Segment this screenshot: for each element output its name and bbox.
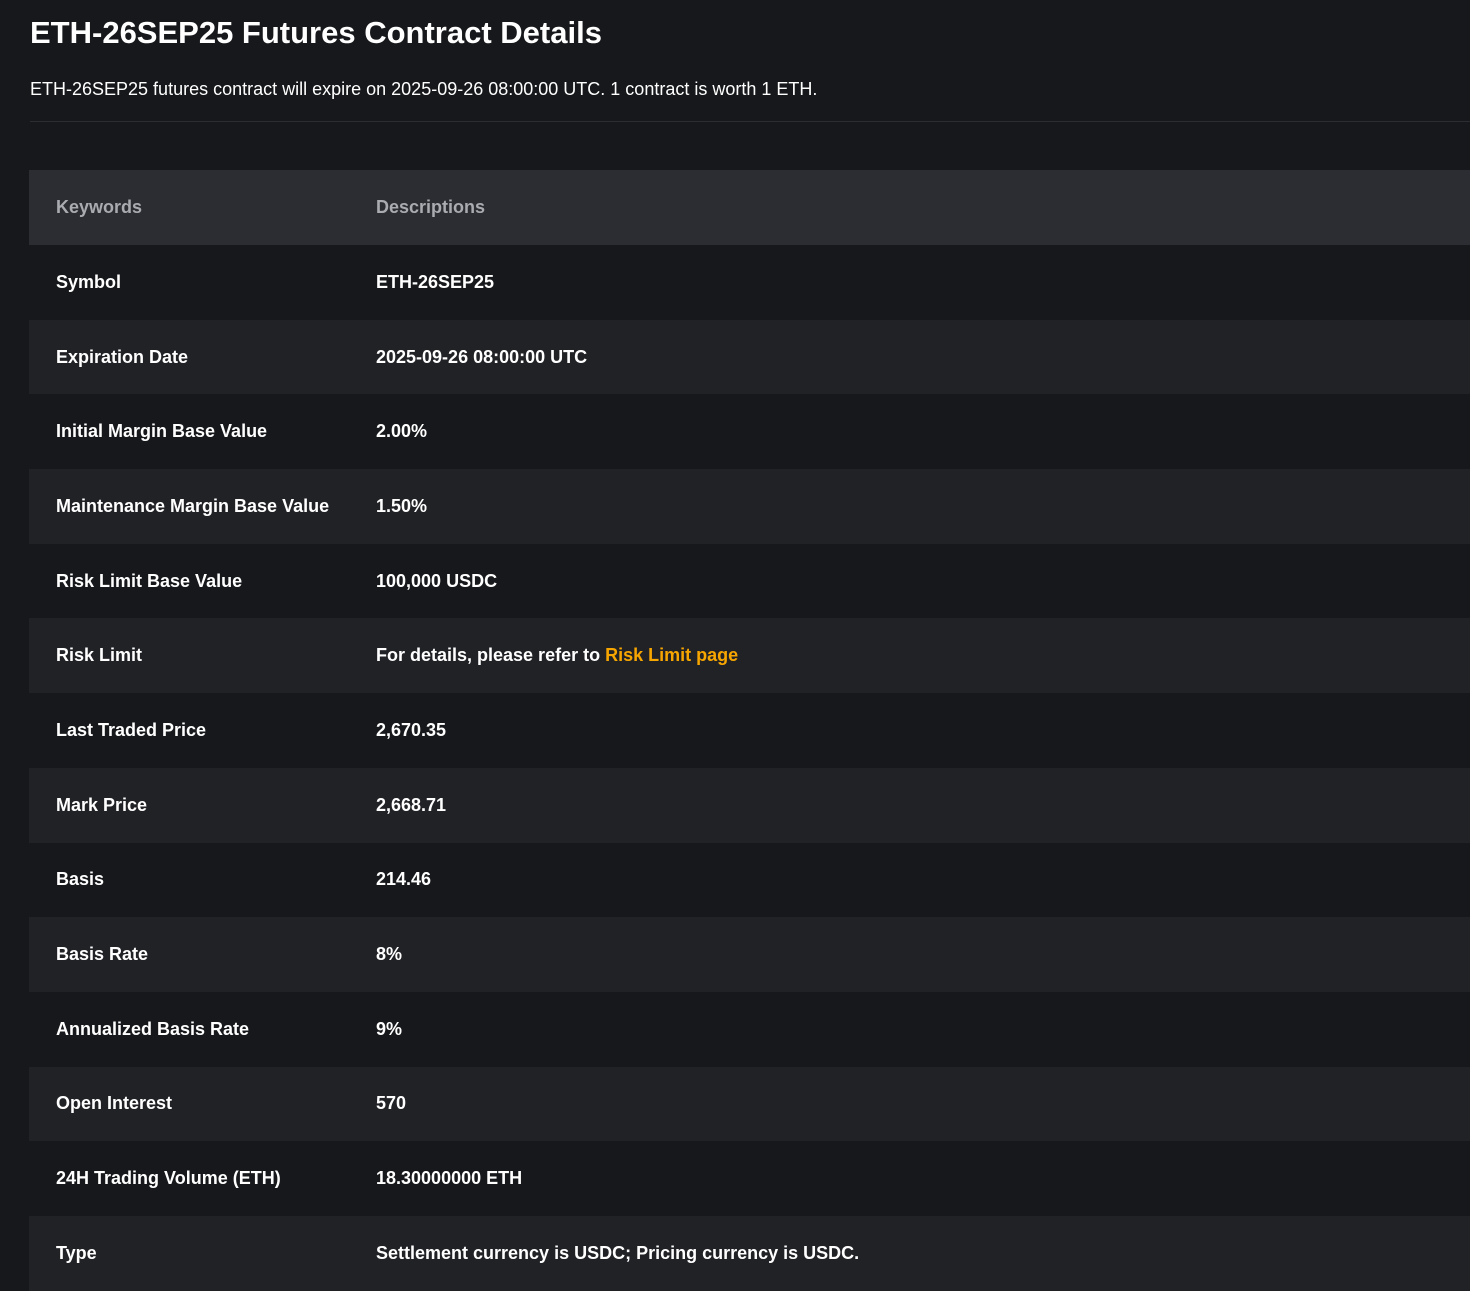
table-header-row: Keywords Descriptions (29, 170, 1470, 245)
row-value: 1.50% (376, 495, 428, 516)
table-row-risk-limit-base: Risk Limit Base Value 100,000 USDC (29, 543, 1470, 619)
table-row-maintenance-margin: Maintenance Margin Base Value 1.50% (29, 469, 1470, 544)
page-subtitle: ETH-26SEP25 futures contract will expire… (30, 79, 818, 99)
header-keywords: Keywords (56, 197, 143, 217)
row-key: Maintenance Margin Base Value (56, 495, 330, 516)
table-row-expiration-date: Expiration Date 2025-09-26 08:00:00 UTC (29, 319, 1470, 395)
row-key: Last Traded Price (56, 719, 207, 740)
row-key: Type (56, 1242, 97, 1263)
row-key: Mark Price (56, 794, 148, 815)
row-key: Initial Margin Base Value (56, 421, 268, 442)
table-row-mark-price: Mark Price 2,668.71 (29, 767, 1470, 843)
table-row-symbol: Symbol ETH-26SEP25 (29, 245, 1470, 320)
table-row-24h-volume: 24H Trading Volume (ETH) 18.30000000 ETH (29, 1141, 1470, 1216)
risk-limit-text: For details, please refer to (376, 645, 606, 666)
row-value: 100,000 USDC (376, 570, 498, 591)
row-value: 2,668.71 (376, 794, 447, 815)
row-value: 2025-09-26 08:00:00 UTC (376, 346, 588, 367)
row-value: 2.00% (376, 421, 428, 442)
row-key: Expiration Date (56, 346, 189, 367)
row-value: 570 (376, 1093, 407, 1114)
row-key: Basis Rate (56, 944, 149, 965)
row-key: Open Interest (56, 1093, 173, 1114)
row-value: Settlement currency is USDC; Pricing cur… (376, 1242, 860, 1263)
row-value: 2,670.35 (376, 719, 447, 740)
table-row-risk-limit: Risk Limit For details, please refer to … (29, 618, 1470, 694)
row-value: 214.46 (376, 869, 432, 890)
row-value: ETH-26SEP25 (376, 271, 495, 292)
table-row-open-interest: Open Interest 570 (29, 1066, 1470, 1142)
row-value: 9% (376, 1018, 403, 1039)
table-row-last-traded-price: Last Traded Price 2,670.35 (29, 693, 1470, 768)
row-value: 8% (376, 944, 403, 965)
risk-limit-page-link[interactable]: Risk Limit page (605, 645, 738, 665)
divider (30, 121, 1470, 122)
row-key: Annualized Basis Rate (56, 1018, 250, 1039)
row-key: Risk Limit Base Value (56, 570, 243, 591)
table-row-basis-rate: Basis Rate 8% (29, 917, 1470, 992)
table-row-basis: Basis 214.46 (29, 842, 1470, 918)
row-key: 24H Trading Volume (ETH) (56, 1168, 281, 1189)
contract-spec-table: Keywords Descriptions Symbol ETH-26SEP25… (29, 170, 1470, 1291)
row-key: Symbol (56, 271, 122, 292)
page-title: ETH-26SEP25 Futures Contract Details (30, 15, 602, 50)
row-value: 18.30000000 ETH (376, 1168, 523, 1189)
row-value: For details, please refer to Risk Limit … (376, 645, 1470, 666)
table-row-type: Type Settlement currency is USDC; Pricin… (29, 1215, 1470, 1291)
table-row-initial-margin: Initial Margin Base Value 2.00% (29, 394, 1470, 470)
table-row-annualized-basis-rate: Annualized Basis Rate 9% (29, 991, 1470, 1067)
row-key: Basis (56, 869, 105, 890)
row-key: Risk Limit (56, 645, 143, 666)
header-descriptions: Descriptions (376, 197, 486, 217)
